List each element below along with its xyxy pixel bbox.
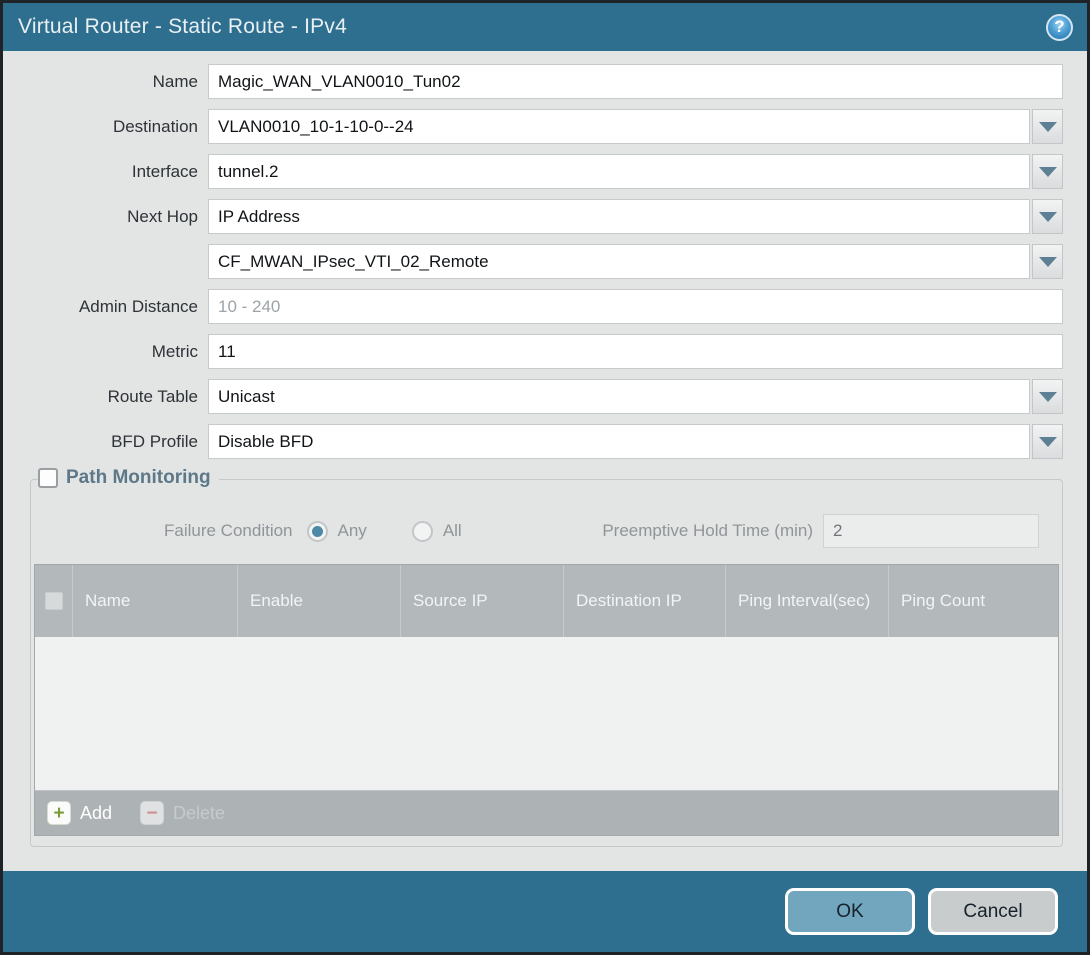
- next-hop-type-input[interactable]: [208, 199, 1030, 234]
- add-button-label: Add: [80, 803, 112, 824]
- route-table-label: Route Table: [30, 387, 208, 407]
- route-table-input[interactable]: [208, 379, 1030, 414]
- add-button[interactable]: + Add: [47, 801, 112, 825]
- name-input[interactable]: [208, 64, 1063, 99]
- form-row-bfd-profile: BFD Profile: [30, 424, 1063, 459]
- path-monitoring-checkbox[interactable]: [38, 468, 58, 488]
- select-all-checkbox[interactable]: [45, 592, 63, 610]
- next-hop-label: Next Hop: [30, 207, 208, 227]
- delete-button-label: Delete: [173, 803, 225, 824]
- plus-icon: +: [47, 801, 71, 825]
- bfd-profile-dropdown-button[interactable]: [1032, 424, 1063, 459]
- metric-label: Metric: [30, 342, 208, 362]
- preemptive-hold-time-label: Preemptive Hold Time (min): [602, 521, 813, 541]
- chevron-down-icon: [1039, 257, 1057, 267]
- table-select-all-checkbox-cell: [35, 565, 72, 637]
- admin-distance-input[interactable]: [208, 289, 1063, 324]
- path-monitoring-controls: Failure Condition Any All Preemptive Hol…: [34, 500, 1059, 564]
- chevron-down-icon: [1039, 437, 1057, 447]
- interface-input[interactable]: [208, 154, 1030, 189]
- form-row-next-hop-address: [30, 244, 1063, 279]
- column-header-ping-count[interactable]: Ping Count: [888, 565, 1058, 637]
- form-row-destination: Destination: [30, 109, 1063, 144]
- form-row-interface: Interface: [30, 154, 1063, 189]
- minus-icon: −: [140, 801, 164, 825]
- static-route-dialog: Virtual Router - Static Route - IPv4 ? N…: [0, 0, 1090, 955]
- dialog-titlebar: Virtual Router - Static Route - IPv4 ?: [3, 3, 1087, 51]
- chevron-down-icon: [1039, 212, 1057, 222]
- dialog-content: Name Destination Interface: [3, 51, 1087, 871]
- interface-dropdown-button[interactable]: [1032, 154, 1063, 189]
- path-monitoring-legend: Path Monitoring: [38, 467, 219, 489]
- bfd-profile-label: BFD Profile: [30, 432, 208, 452]
- bfd-profile-input[interactable]: [208, 424, 1030, 459]
- form-row-name: Name: [30, 64, 1063, 99]
- next-hop-type-dropdown-button[interactable]: [1032, 199, 1063, 234]
- next-hop-address-input[interactable]: [208, 244, 1030, 279]
- column-header-enable[interactable]: Enable: [237, 565, 400, 637]
- failure-condition-any-label: Any: [338, 521, 367, 541]
- chevron-down-icon: [1039, 122, 1057, 132]
- column-header-source-ip[interactable]: Source IP: [400, 565, 563, 637]
- next-hop-address-dropdown-button[interactable]: [1032, 244, 1063, 279]
- form-row-next-hop: Next Hop: [30, 199, 1063, 234]
- preemptive-hold-time-input[interactable]: [823, 514, 1039, 548]
- metric-input[interactable]: [208, 334, 1063, 369]
- table-body-empty: [35, 637, 1058, 790]
- route-table-dropdown-button[interactable]: [1032, 379, 1063, 414]
- delete-button[interactable]: − Delete: [140, 801, 225, 825]
- failure-condition-all-label: All: [443, 521, 462, 541]
- ok-button[interactable]: OK: [785, 888, 915, 935]
- chevron-down-icon: [1039, 392, 1057, 402]
- column-header-name[interactable]: Name: [72, 565, 237, 637]
- dialog-footer: OK Cancel: [3, 871, 1087, 952]
- cancel-button[interactable]: Cancel: [928, 888, 1058, 935]
- path-monitoring-title: Path Monitoring: [66, 467, 211, 489]
- failure-condition-all-radio[interactable]: [412, 521, 433, 542]
- chevron-down-icon: [1039, 167, 1057, 177]
- table-action-bar: + Add − Delete: [34, 790, 1059, 836]
- interface-label: Interface: [30, 162, 208, 182]
- help-icon[interactable]: ?: [1046, 14, 1073, 41]
- name-label: Name: [30, 72, 208, 92]
- failure-condition-label: Failure Condition: [164, 521, 293, 541]
- form-row-route-table: Route Table: [30, 379, 1063, 414]
- admin-distance-label: Admin Distance: [30, 297, 208, 317]
- form-row-admin-distance: Admin Distance: [30, 289, 1063, 324]
- column-header-destination-ip[interactable]: Destination IP: [563, 565, 725, 637]
- column-header-ping-interval[interactable]: Ping Interval(sec): [725, 565, 888, 637]
- destination-label: Destination: [30, 117, 208, 137]
- form-row-metric: Metric: [30, 334, 1063, 369]
- dialog-title: Virtual Router - Static Route - IPv4: [18, 15, 347, 39]
- destination-input[interactable]: [208, 109, 1030, 144]
- radio-selected-dot: [312, 526, 323, 537]
- failure-condition-any-radio[interactable]: [307, 521, 328, 542]
- table-header-row: Name Enable Source IP Destination IP Pin…: [35, 565, 1058, 637]
- path-monitoring-table: Name Enable Source IP Destination IP Pin…: [34, 564, 1059, 790]
- path-monitoring-section: Path Monitoring Failure Condition Any Al…: [30, 479, 1063, 847]
- destination-dropdown-button[interactable]: [1032, 109, 1063, 144]
